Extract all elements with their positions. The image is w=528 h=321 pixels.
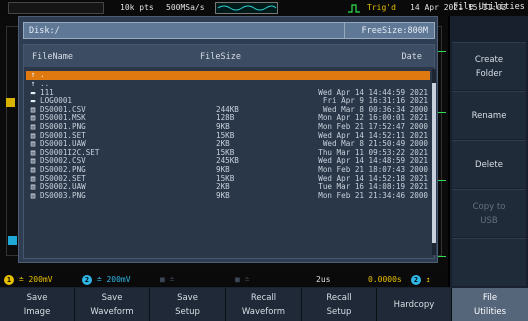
softkey-label: Recall xyxy=(250,292,277,303)
file-utilities-button[interactable]: File Utilities xyxy=(452,288,528,321)
ch2-position-marker xyxy=(8,236,17,245)
menu-label: Rename xyxy=(471,110,507,121)
ch1-indicator[interactable]: 1 ≐ 200mV xyxy=(4,275,53,285)
scrollbar-thumb[interactable] xyxy=(432,83,436,243)
softkey-label: Waveform xyxy=(241,306,286,317)
file-row[interactable]: ▤ DS0003.PNG 9KB Mon Feb 21 21:34:46 2000 xyxy=(26,190,430,201)
softkey-label: File xyxy=(482,292,498,303)
softkey-label: Setup xyxy=(326,306,352,317)
waveform-trace xyxy=(438,180,446,181)
inactive-channel-3: ■ ≐ xyxy=(160,275,175,284)
softkey-label: Save xyxy=(177,292,198,303)
ch2-badge: 2 xyxy=(82,275,92,285)
menu-label: Copy to xyxy=(472,201,506,212)
copy-to-usb-button[interactable]: Copy to USB xyxy=(452,189,526,237)
softkey-label: Utilities xyxy=(474,306,506,317)
ch2-indicator[interactable]: 2 ≐ 200mV xyxy=(82,275,131,285)
waveform-trace xyxy=(438,256,446,257)
waveform-trace xyxy=(438,112,446,113)
timebase: 2us xyxy=(316,275,331,284)
save-setup-button[interactable]: Save Setup xyxy=(150,288,226,321)
ch2-scale: 200mV xyxy=(106,275,131,284)
file-row[interactable]: ↑. xyxy=(26,70,430,80)
softkey-label: Hardcopy xyxy=(393,299,435,310)
column-date: Date xyxy=(401,52,422,62)
trigger-status: Trig'd xyxy=(367,3,396,12)
horizontal-position: 0.0000s xyxy=(368,275,402,284)
delete-button[interactable]: Delete xyxy=(452,140,526,188)
hardcopy-button[interactable]: Hardcopy xyxy=(377,288,452,321)
acquisition-indicator xyxy=(8,2,104,14)
softkey-label: Save xyxy=(101,292,123,303)
ch1-scale: 200mV xyxy=(28,275,53,284)
path-bar: Disk:/ FreeSize:800M xyxy=(23,22,435,39)
trigger-edge-icon xyxy=(348,4,360,13)
save-waveform-button[interactable]: Save Waveform xyxy=(75,288,150,321)
column-filesize: FileSize xyxy=(200,52,241,62)
sample-rate: 500MSa/s xyxy=(166,3,205,12)
waveform-overview xyxy=(215,2,278,14)
inactive-channel-4: ■ ≐ xyxy=(235,275,250,284)
channel-bar: 1 ≐ 200mV 2 ≐ 200mV ■ ≐ ■ ≐ 2us 0.0000s … xyxy=(0,272,448,287)
path-divider xyxy=(344,23,345,38)
file-list-pane: FileName FileSize Date ↑. ↑.. ▬ 111 Wed Apr … xyxy=(23,44,436,259)
file-list-scrollbar[interactable] xyxy=(432,69,436,255)
empty-menu-slot[interactable] xyxy=(452,238,526,286)
record-length: 10k pts xyxy=(120,3,154,12)
file-list: ↑. ↑.. ▬ 111 Wed Apr 14 14:44:59 2021 ▬ LOG000… xyxy=(26,70,430,201)
bottom-menu: Save Image Save Waveform Save Setup Reca… xyxy=(0,287,528,321)
status-bar: 10k pts 500MSa/s Trig'd 14 Apr 2021 15:1… xyxy=(0,0,528,16)
side-menu: File Utilities Create Folder Rename Dele… xyxy=(450,2,528,287)
save-image-button[interactable]: Save Image xyxy=(0,288,75,321)
menu-label: Folder xyxy=(475,68,503,79)
file-date: Mon Feb 21 21:34:46 2000 xyxy=(318,190,428,200)
file-icon: ▤ xyxy=(30,190,36,200)
menu-label: USB xyxy=(480,215,498,226)
softkey-label: Recall xyxy=(326,292,352,303)
trigger-source: 2 ↥ xyxy=(411,275,431,285)
rename-button[interactable]: Rename xyxy=(452,91,526,139)
recall-setup-button[interactable]: Recall Setup xyxy=(302,288,377,321)
side-menu-title: File Utilities xyxy=(453,2,525,12)
trigger-slope-icon: ↥ xyxy=(425,275,431,284)
file-size: 9KB xyxy=(216,190,230,200)
ch1-position-marker xyxy=(6,98,15,107)
trigger-source-badge: 2 xyxy=(411,275,421,285)
column-header: FileName FileSize Date xyxy=(24,45,434,67)
column-filename: FileName xyxy=(32,52,73,62)
file-browser-dialog: Disk:/ FreeSize:800M FileName FileSize D… xyxy=(18,16,438,263)
softkey-label: Save xyxy=(26,292,48,303)
softkey-label: Image xyxy=(23,306,51,317)
create-folder-button[interactable]: Create Folder xyxy=(452,42,526,90)
file-name: DS0003.PNG xyxy=(40,190,86,200)
softkey-label: Waveform xyxy=(90,306,134,317)
ch1-badge: 1 xyxy=(4,275,14,285)
recall-waveform-button[interactable]: Recall Waveform xyxy=(226,288,302,321)
waveform-trace xyxy=(438,51,446,52)
current-path: Disk:/ xyxy=(29,26,60,36)
free-space: FreeSize:800M xyxy=(361,26,428,36)
softkey-label: Setup xyxy=(175,306,200,317)
menu-label: Create xyxy=(474,54,504,65)
menu-label: Delete xyxy=(475,159,503,170)
